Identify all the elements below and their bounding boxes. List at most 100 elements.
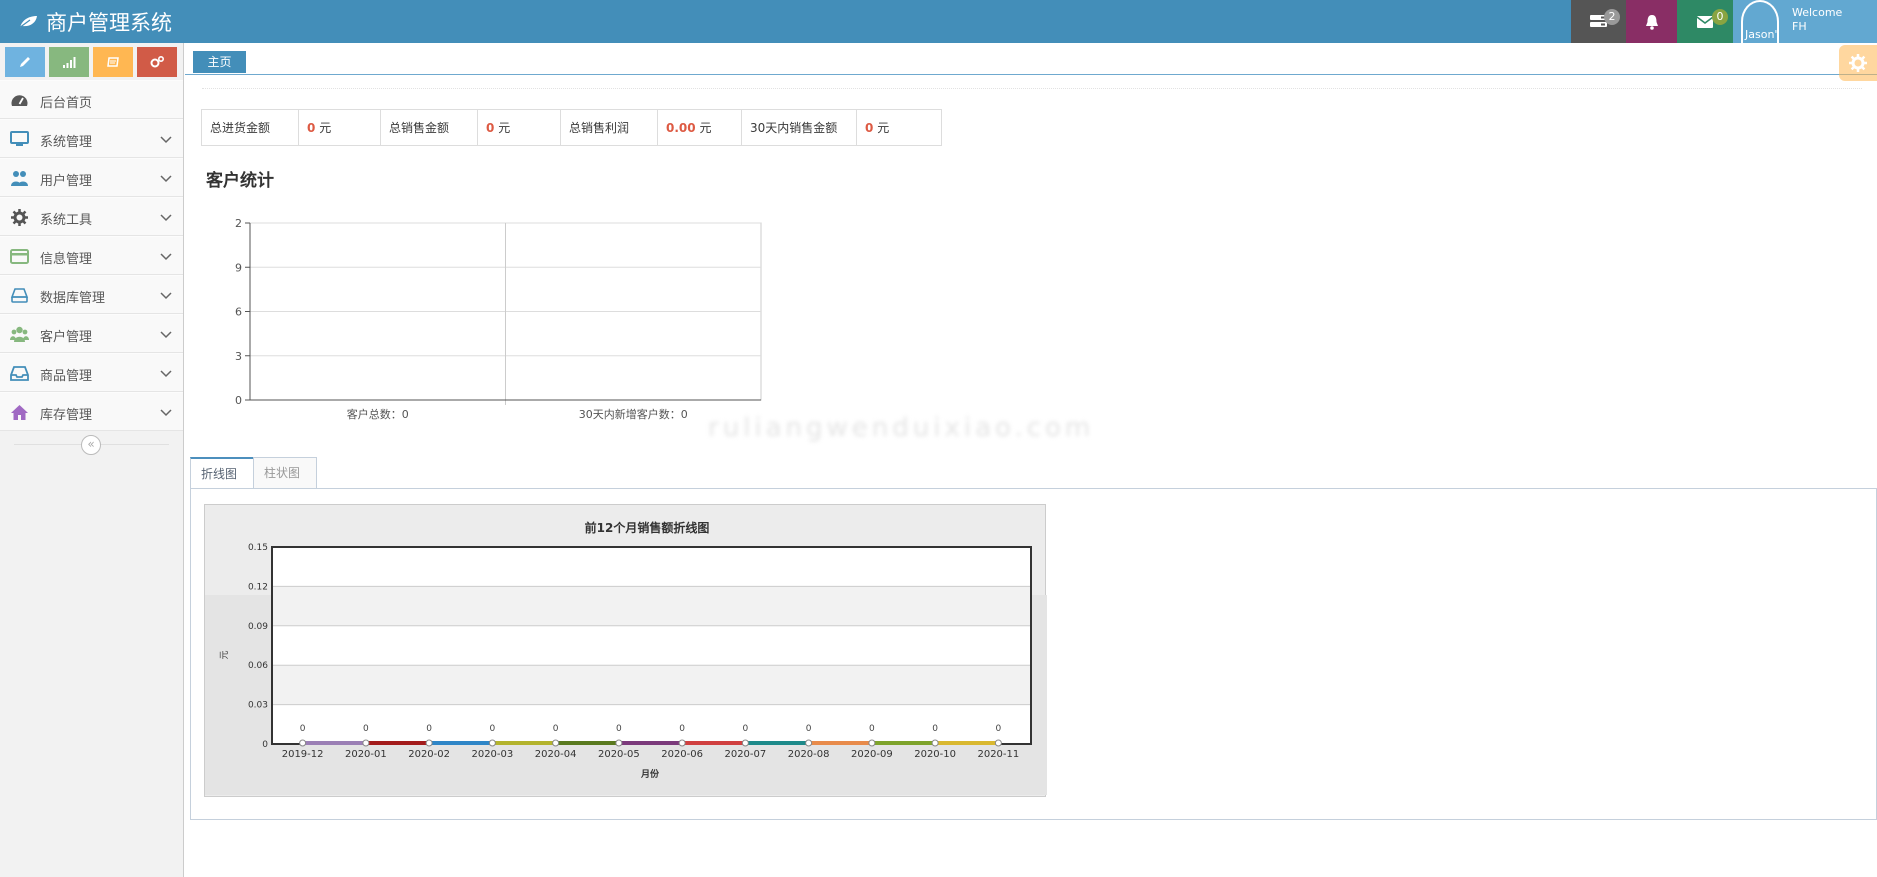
sidebar-item-5[interactable]: 数据库管理 — [0, 275, 183, 314]
sidebar-item-3[interactable]: 系统工具 — [0, 197, 183, 236]
messages-button[interactable]: 0 — [1677, 0, 1733, 43]
stat-value-cell: 0 元 — [477, 109, 561, 146]
stat-label: 总进货金额 — [201, 109, 299, 146]
grid-band — [272, 586, 1031, 626]
x-axis-label: 月份 — [640, 768, 660, 780]
data-point — [425, 739, 433, 747]
y-tick-label: 0 — [262, 740, 268, 750]
sidebar-item-1[interactable]: 系统管理 — [0, 119, 183, 158]
sidebar-item-label: 用户管理 — [40, 174, 93, 189]
collapse-toggle-button[interactable]: « — [81, 435, 101, 455]
customer-stats-title: 客户统计 — [206, 171, 274, 191]
chart-title: 前12个月销售额折线图 — [585, 520, 710, 535]
data-label: 0 — [490, 724, 496, 734]
sidebar: 后台首页系统管理用户管理系统工具信息管理数据库管理客户管理商品管理库存管理 « — [0, 43, 184, 877]
sidebar-item-label: 客户管理 — [40, 330, 93, 345]
group-icon — [10, 325, 29, 344]
sidebar-item-4[interactable]: 信息管理 — [0, 236, 183, 275]
sidebar-item-label: 库存管理 — [40, 408, 93, 423]
sidebar-item-label: 系统工具 — [40, 213, 93, 228]
chevron-down-icon — [160, 250, 172, 262]
x-tick-label: 2020-06 — [661, 749, 703, 760]
x-tick-label: 2020-11 — [977, 749, 1019, 760]
y-tick-label: 0 — [235, 394, 242, 407]
y-tick-label: 0.03 — [248, 701, 268, 711]
users-icon — [10, 169, 29, 188]
data-label: 0 — [932, 724, 938, 734]
x-tick-label: 2019-12 — [282, 749, 324, 760]
y-tick-label: 0.6 — [234, 306, 242, 319]
sidebar-item-label: 系统管理 — [40, 135, 93, 150]
signal-icon — [62, 56, 75, 68]
grid-band — [272, 665, 1031, 705]
stat-value: 0 — [307, 121, 316, 135]
stats-row: 总进货金额 0 元总销售金额 0 元总销售利润 0.00 元 30天内销售金额 0 元 — [201, 109, 942, 146]
chevron-down-icon — [160, 328, 172, 340]
tab-line-chart[interactable]: 折线图 — [190, 457, 254, 489]
x-tick-label: 2020-03 — [471, 749, 513, 760]
stat-unit: 元 — [877, 121, 890, 135]
gear-icon — [1849, 54, 1867, 72]
data-label: 0 — [426, 724, 432, 734]
x-tick-label: 2020-01 — [345, 749, 387, 760]
stat-value-cell: 0 元 — [856, 109, 942, 146]
data-label: 0 — [679, 724, 685, 734]
data-point — [615, 739, 623, 747]
stat-value-cell: 0.00 元 — [657, 109, 742, 146]
cogs-icon — [150, 56, 164, 68]
data-point — [805, 739, 813, 747]
sidebar-item-7[interactable]: 商品管理 — [0, 353, 183, 392]
shortcut-signal-button[interactable] — [49, 47, 89, 77]
y-axis-label: 元 — [220, 650, 230, 659]
settings-toggle-button[interactable] — [1839, 45, 1877, 81]
shortcut-cogs-button[interactable] — [137, 47, 177, 77]
brand[interactable]: 商户管理系统 — [18, 7, 172, 37]
sidebar-shortcuts — [0, 43, 183, 80]
x-tick-label: 2020-10 — [914, 749, 956, 760]
chevron-down-icon — [160, 289, 172, 301]
stat-unit: 元 — [699, 121, 712, 135]
x-tick-label: 2020-09 — [851, 749, 893, 760]
sales-line-chart: 前12个月销售额折线图 0 0.03 0.06 0.09 0.12 0.15 元 0 2019-1… — [205, 520, 1047, 795]
y-tick-label: 0.09 — [248, 622, 268, 632]
stat-label: 总销售利润 — [560, 109, 658, 146]
sidebar-item-label: 后台首页 — [40, 96, 93, 111]
x-tick-label: 2020-08 — [788, 749, 830, 760]
y-tick-label: 0.3 — [234, 350, 242, 363]
stat-value: 0 — [865, 121, 874, 135]
tasks-button[interactable]: 2 — [1571, 0, 1626, 43]
sidebar-item-0[interactable]: 后台首页 — [0, 80, 183, 119]
avatar-alt-text: Jason's — [1745, 28, 1778, 41]
sidebar-item-6[interactable]: 客户管理 — [0, 314, 183, 353]
messages-badge: 0 — [1712, 9, 1728, 25]
x-tick-label: 2020-07 — [724, 749, 766, 760]
plot-area — [272, 547, 1031, 744]
y-tick-label: 0.12 — [248, 582, 268, 592]
x-category-label: 30天内新增客户数：0 — [579, 407, 688, 421]
shortcut-edit-button[interactable] — [5, 47, 45, 77]
notifications-button[interactable] — [1626, 0, 1677, 43]
tab-bar-chart[interactable]: 柱状图 — [253, 457, 317, 489]
welcome-text: Welcome FH — [1792, 6, 1842, 34]
tab-bar: 主页 — [185, 47, 1877, 75]
sidebar-item-label: 数据库管理 — [40, 291, 106, 306]
stat-label: 总销售金额 — [380, 109, 478, 146]
tab-home[interactable]: 主页 — [193, 51, 246, 73]
pencil-icon — [20, 57, 30, 67]
stat-label: 30天内销售金额 — [741, 109, 857, 146]
shortcut-book-button[interactable] — [93, 47, 133, 77]
sidebar-item-label: 商品管理 — [40, 369, 93, 384]
leaf-icon — [18, 16, 37, 29]
desktop-icon — [10, 130, 29, 149]
sidebar-item-8[interactable]: 库存管理 — [0, 392, 183, 431]
sidebar-item-2[interactable]: 用户管理 — [0, 158, 183, 197]
dashboard-icon — [10, 91, 29, 110]
chevron-down-icon — [160, 172, 172, 184]
customer-bar-chart: 0 0.3 0.6 0.9 1.2 客户总数：0 30天内新增客户数：0 — [234, 217, 762, 421]
inbox-icon — [10, 364, 29, 383]
watermark-text: ruliangwenduixiao.com — [708, 413, 1095, 443]
hdd-icon — [10, 286, 29, 305]
sidebar-menu: 后台首页系统管理用户管理系统工具信息管理数据库管理客户管理商品管理库存管理 — [0, 80, 183, 431]
user-menu[interactable]: Jason's Welcome FH — [1733, 0, 1877, 43]
stat-value: 0.00 — [666, 121, 696, 135]
